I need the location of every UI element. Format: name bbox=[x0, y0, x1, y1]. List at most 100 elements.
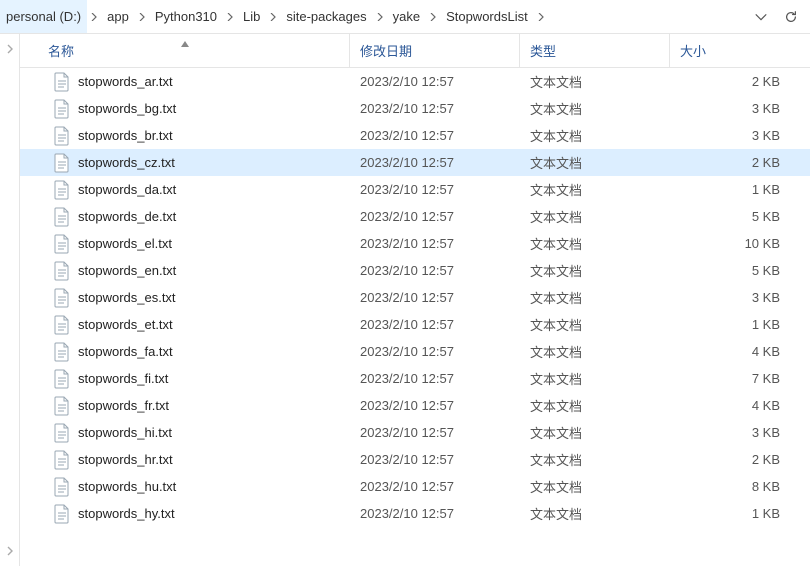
file-row[interactable]: stopwords_fi.txt2023/2/10 12:57文本文档7 KB bbox=[20, 365, 810, 392]
breadcrumb-label: Lib bbox=[243, 9, 260, 24]
file-size-cell: 2 KB bbox=[670, 74, 810, 89]
chevron-right-icon[interactable] bbox=[426, 0, 440, 33]
file-name-cell: stopwords_fi.txt bbox=[20, 369, 350, 389]
refresh-button[interactable] bbox=[776, 0, 806, 33]
file-name-cell: stopwords_es.txt bbox=[20, 288, 350, 308]
column-header-size[interactable]: 大小 bbox=[670, 34, 810, 67]
file-row[interactable]: stopwords_hi.txt2023/2/10 12:57文本文档3 KB bbox=[20, 419, 810, 446]
file-date-cell: 2023/2/10 12:57 bbox=[350, 236, 520, 251]
file-name: stopwords_hr.txt bbox=[78, 452, 173, 467]
column-header-date[interactable]: 修改日期 bbox=[350, 34, 520, 67]
file-row[interactable]: stopwords_fr.txt2023/2/10 12:57文本文档4 KB bbox=[20, 392, 810, 419]
text-file-icon bbox=[54, 342, 70, 362]
breadcrumb-segment[interactable]: StopwordsList bbox=[440, 0, 534, 33]
file-row[interactable]: stopwords_es.txt2023/2/10 12:57文本文档3 KB bbox=[20, 284, 810, 311]
file-type-cell: 文本文档 bbox=[520, 207, 670, 226]
file-row[interactable]: stopwords_bg.txt2023/2/10 12:57文本文档3 KB bbox=[20, 95, 810, 122]
nav-pane-collapse-gutter[interactable] bbox=[0, 34, 20, 566]
breadcrumb-label: yake bbox=[393, 9, 420, 24]
file-row[interactable]: stopwords_hr.txt2023/2/10 12:57文本文档2 KB bbox=[20, 446, 810, 473]
breadcrumb-label: StopwordsList bbox=[446, 9, 528, 24]
text-file-icon bbox=[54, 234, 70, 254]
chevron-right-icon[interactable] bbox=[87, 0, 101, 33]
file-name: stopwords_de.txt bbox=[78, 209, 176, 224]
file-size-cell: 4 KB bbox=[670, 398, 810, 413]
file-row[interactable]: stopwords_et.txt2023/2/10 12:57文本文档1 KB bbox=[20, 311, 810, 338]
file-size-cell: 3 KB bbox=[670, 128, 810, 143]
text-file-icon bbox=[54, 153, 70, 173]
column-header-type[interactable]: 类型 bbox=[520, 34, 670, 67]
file-type-cell: 文本文档 bbox=[520, 261, 670, 280]
file-size-cell: 7 KB bbox=[670, 371, 810, 386]
file-row[interactable]: stopwords_hy.txt2023/2/10 12:57文本文档1 KB bbox=[20, 500, 810, 527]
file-type-cell: 文本文档 bbox=[520, 126, 670, 145]
file-size-cell: 10 KB bbox=[670, 236, 810, 251]
file-name-cell: stopwords_hr.txt bbox=[20, 450, 350, 470]
chevron-right-icon bbox=[5, 44, 15, 54]
file-date-cell: 2023/2/10 12:57 bbox=[350, 101, 520, 116]
file-date-cell: 2023/2/10 12:57 bbox=[350, 74, 520, 89]
text-file-icon bbox=[54, 261, 70, 281]
file-name: stopwords_es.txt bbox=[78, 290, 176, 305]
text-file-icon bbox=[54, 396, 70, 416]
file-type-cell: 文本文档 bbox=[520, 423, 670, 442]
chevron-right-icon[interactable] bbox=[373, 0, 387, 33]
file-row[interactable]: stopwords_en.txt2023/2/10 12:57文本文档5 KB bbox=[20, 257, 810, 284]
file-date-cell: 2023/2/10 12:57 bbox=[350, 290, 520, 305]
file-name: stopwords_fr.txt bbox=[78, 398, 169, 413]
chevron-right-icon[interactable] bbox=[534, 0, 548, 33]
chevron-right-icon[interactable] bbox=[135, 0, 149, 33]
file-name-cell: stopwords_da.txt bbox=[20, 180, 350, 200]
file-type-cell: 文本文档 bbox=[520, 504, 670, 523]
chevron-right-icon[interactable] bbox=[223, 0, 237, 33]
file-name-cell: stopwords_et.txt bbox=[20, 315, 350, 335]
file-row[interactable]: stopwords_br.txt 2023/2/10 12:57文本文档3 KB bbox=[20, 122, 810, 149]
breadcrumb-segment[interactable]: Lib bbox=[237, 0, 266, 33]
text-file-icon bbox=[54, 450, 70, 470]
file-type-cell: 文本文档 bbox=[520, 234, 670, 253]
history-dropdown-button[interactable] bbox=[746, 0, 776, 33]
file-row[interactable]: stopwords_da.txt2023/2/10 12:57文本文档1 KB bbox=[20, 176, 810, 203]
breadcrumb-segment[interactable]: Python310 bbox=[149, 0, 223, 33]
file-type-cell: 文本文档 bbox=[520, 342, 670, 361]
file-type-cell: 文本文档 bbox=[520, 315, 670, 334]
main-area: 名称 修改日期 类型 大小 stopwords_ar.txt 2023/2/10 … bbox=[0, 34, 810, 566]
text-file-icon bbox=[54, 315, 70, 335]
file-rows: stopwords_ar.txt2023/2/10 12:57文本文档2 KBs… bbox=[20, 68, 810, 566]
text-file-icon bbox=[54, 99, 70, 119]
file-date-cell: 2023/2/10 12:57 bbox=[350, 506, 520, 521]
file-size-cell: 2 KB bbox=[670, 155, 810, 170]
chevron-right-icon bbox=[5, 546, 15, 556]
file-size-cell: 5 KB bbox=[670, 209, 810, 224]
chevron-right-icon[interactable] bbox=[266, 0, 280, 33]
file-name-cell: stopwords_br.txt bbox=[20, 126, 350, 146]
file-row[interactable]: stopwords_ar.txt2023/2/10 12:57文本文档2 KB bbox=[20, 68, 810, 95]
column-header-name[interactable]: 名称 bbox=[20, 34, 350, 67]
file-name: stopwords_ar.txt bbox=[78, 74, 173, 89]
file-row[interactable]: stopwords_fa.txt2023/2/10 12:57文本文档4 KB bbox=[20, 338, 810, 365]
file-row[interactable]: stopwords_cz.txt2023/2/10 12:57文本文档2 KB bbox=[20, 149, 810, 176]
file-row[interactable]: stopwords_de.txt 2023/2/10 12:57文本文档5 KB bbox=[20, 203, 810, 230]
breadcrumb-segment[interactable]: app bbox=[101, 0, 135, 33]
breadcrumb-segment[interactable]: personal (D:) bbox=[0, 0, 87, 33]
column-header-label: 类型 bbox=[530, 41, 556, 60]
file-date-cell: 2023/2/10 12:57 bbox=[350, 155, 520, 170]
file-date-cell: 2023/2/10 12:57 bbox=[350, 425, 520, 440]
file-name-cell: stopwords_en.txt bbox=[20, 261, 350, 281]
file-date-cell: 2023/2/10 12:57 bbox=[350, 209, 520, 224]
file-size-cell: 1 KB bbox=[670, 182, 810, 197]
file-name: stopwords_el.txt bbox=[78, 236, 172, 251]
breadcrumb-label: site-packages bbox=[286, 9, 366, 24]
breadcrumb[interactable]: personal (D:) app Python310 Lib site-package… bbox=[0, 0, 746, 33]
file-name: stopwords_bg.txt bbox=[78, 101, 176, 116]
file-row[interactable]: stopwords_el.txt 2023/2/10 12:57文本文档10 KB bbox=[20, 230, 810, 257]
file-date-cell: 2023/2/10 12:57 bbox=[350, 182, 520, 197]
breadcrumb-label: personal (D:) bbox=[6, 9, 81, 24]
chevron-down-icon bbox=[754, 10, 768, 24]
file-name: stopwords_et.txt bbox=[78, 317, 173, 332]
file-date-cell: 2023/2/10 12:57 bbox=[350, 128, 520, 143]
breadcrumb-segment[interactable]: site-packages bbox=[280, 0, 372, 33]
file-name: stopwords_br.txt bbox=[78, 128, 173, 143]
file-row[interactable]: stopwords_hu.txt2023/2/10 12:57文本文档8 KB bbox=[20, 473, 810, 500]
breadcrumb-segment[interactable]: yake bbox=[387, 0, 426, 33]
